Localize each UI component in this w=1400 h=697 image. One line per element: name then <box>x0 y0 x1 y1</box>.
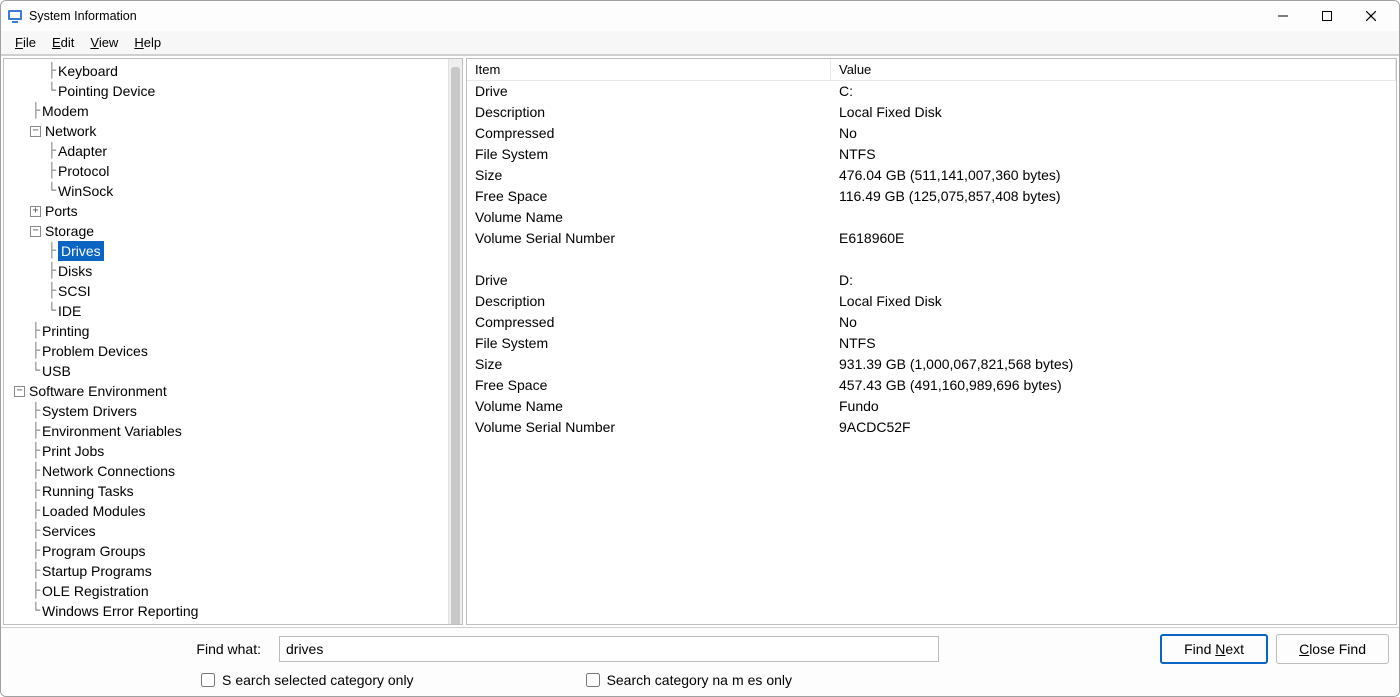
menu-edit[interactable]: Edit <box>44 33 82 52</box>
detail-row: CompressedNo <box>467 123 1396 144</box>
tree-item-environment-variables[interactable]: ├Environment Variables <box>8 421 448 441</box>
tree-item-usb[interactable]: └USB <box>8 361 448 381</box>
col-header-value[interactable]: Value <box>831 59 1396 81</box>
detail-row: CompressedNo <box>467 312 1396 333</box>
detail-row: Volume NameFundo <box>467 396 1396 417</box>
tree-item-windows-error-reporting[interactable]: └Windows Error Reporting <box>8 601 448 621</box>
collapse-icon[interactable]: − <box>14 386 25 397</box>
minimize-button[interactable] <box>1261 1 1305 31</box>
titlebar: System Information <box>1 1 1399 31</box>
expand-icon[interactable]: + <box>30 206 41 217</box>
detail-row: Free Space116.49 GB (125,075,857,408 byt… <box>467 186 1396 207</box>
window: System Information File Edit View Help ├… <box>0 0 1400 697</box>
detail-row: Size476.04 GB (511,141,007,360 bytes) <box>467 165 1396 186</box>
tree-item-network-connections[interactable]: ├Network Connections <box>8 461 448 481</box>
tree-item-program-groups[interactable]: ├Program Groups <box>8 541 448 561</box>
detail-row: Volume Serial Number9ACDC52F <box>467 417 1396 438</box>
tree-item-printing[interactable]: ├Printing <box>8 321 448 341</box>
tree-item-adapter[interactable]: ├Adapter <box>8 141 448 161</box>
app-icon <box>7 8 23 24</box>
close-button[interactable] <box>1349 1 1393 31</box>
tree-scrollbar[interactable] <box>448 59 462 624</box>
detail-row: Volume Name <box>467 207 1396 228</box>
tree-item-disks[interactable]: ├Disks <box>8 261 448 281</box>
checkbox-icon[interactable] <box>586 673 600 687</box>
detail-row: Volume Serial NumberE618960E <box>467 228 1396 249</box>
maximize-button[interactable] <box>1305 1 1349 31</box>
detail-blank <box>467 249 1396 270</box>
detail-row: DescriptionLocal Fixed Disk <box>467 291 1396 312</box>
tree-item-running-tasks[interactable]: ├Running Tasks <box>8 481 448 501</box>
tree-item-ide[interactable]: └IDE <box>8 301 448 321</box>
detail-row: DriveD: <box>467 270 1396 291</box>
menubar: File Edit View Help <box>1 31 1399 55</box>
collapse-icon[interactable]: − <box>30 226 41 237</box>
menu-file[interactable]: File <box>7 33 44 52</box>
window-title: System Information <box>29 9 137 23</box>
details-header: Item Value <box>467 59 1396 81</box>
tree-item-keyboard[interactable]: ├Keyboard <box>8 61 448 81</box>
find-input[interactable] <box>279 636 939 662</box>
checkbox-icon[interactable] <box>201 673 215 687</box>
tree-item-services[interactable]: ├Services <box>8 521 448 541</box>
tree-item-ole-registration[interactable]: ├OLE Registration <box>8 581 448 601</box>
col-header-item[interactable]: Item <box>467 59 831 81</box>
tree-item-protocol[interactable]: ├Protocol <box>8 161 448 181</box>
collapse-icon[interactable]: − <box>30 126 41 137</box>
tree-item-pointing-device[interactable]: └Pointing Device <box>8 81 448 101</box>
tree[interactable]: ├Keyboard └Pointing Device ├Modem −Netwo… <box>4 59 448 624</box>
menu-help[interactable]: Help <box>126 33 169 52</box>
find-next-button[interactable]: Find Next <box>1160 634 1268 664</box>
tree-item-startup-programs[interactable]: ├Startup Programs <box>8 561 448 581</box>
tree-pane: ├Keyboard └Pointing Device ├Modem −Netwo… <box>3 58 463 625</box>
detail-row: DescriptionLocal Fixed Disk <box>467 102 1396 123</box>
tree-item-system-drivers[interactable]: ├System Drivers <box>8 401 448 421</box>
tree-item-winsock[interactable]: └WinSock <box>8 181 448 201</box>
find-bar: Find what: Find Next Close Find Search s… <box>1 627 1399 696</box>
tree-item-software-environment[interactable]: −Software Environment <box>8 381 448 401</box>
tree-item-network[interactable]: −Network <box>8 121 448 141</box>
menu-view[interactable]: View <box>82 33 126 52</box>
scroll-thumb[interactable] <box>451 67 460 625</box>
find-what-label: Find what: <box>11 641 271 657</box>
details-pane: Item Value DriveC: DescriptionLocal Fixe… <box>466 58 1397 625</box>
detail-row: Free Space457.43 GB (491,160,989,696 byt… <box>467 375 1396 396</box>
details-body: DriveC: DescriptionLocal Fixed Disk Comp… <box>467 81 1396 438</box>
tree-item-ports[interactable]: +Ports <box>8 201 448 221</box>
tree-item-problem-devices[interactable]: ├Problem Devices <box>8 341 448 361</box>
tree-item-drives[interactable]: ├Drives <box>8 241 448 261</box>
content-split: ├Keyboard └Pointing Device ├Modem −Netwo… <box>1 55 1399 627</box>
tree-item-loaded-modules[interactable]: ├Loaded Modules <box>8 501 448 521</box>
search-selected-checkbox[interactable]: Search selected category only <box>197 670 414 690</box>
detail-row: File SystemNTFS <box>467 144 1396 165</box>
detail-row: DriveC: <box>467 81 1396 102</box>
tree-item-storage[interactable]: −Storage <box>8 221 448 241</box>
detail-row: File SystemNTFS <box>467 333 1396 354</box>
search-names-checkbox[interactable]: Search category names only <box>582 670 792 690</box>
detail-row: Size931.39 GB (1,000,067,821,568 bytes) <box>467 354 1396 375</box>
close-find-button[interactable]: Close Find <box>1276 634 1389 664</box>
tree-item-modem[interactable]: ├Modem <box>8 101 448 121</box>
tree-item-scsi[interactable]: ├SCSI <box>8 281 448 301</box>
tree-item-print-jobs[interactable]: ├Print Jobs <box>8 441 448 461</box>
